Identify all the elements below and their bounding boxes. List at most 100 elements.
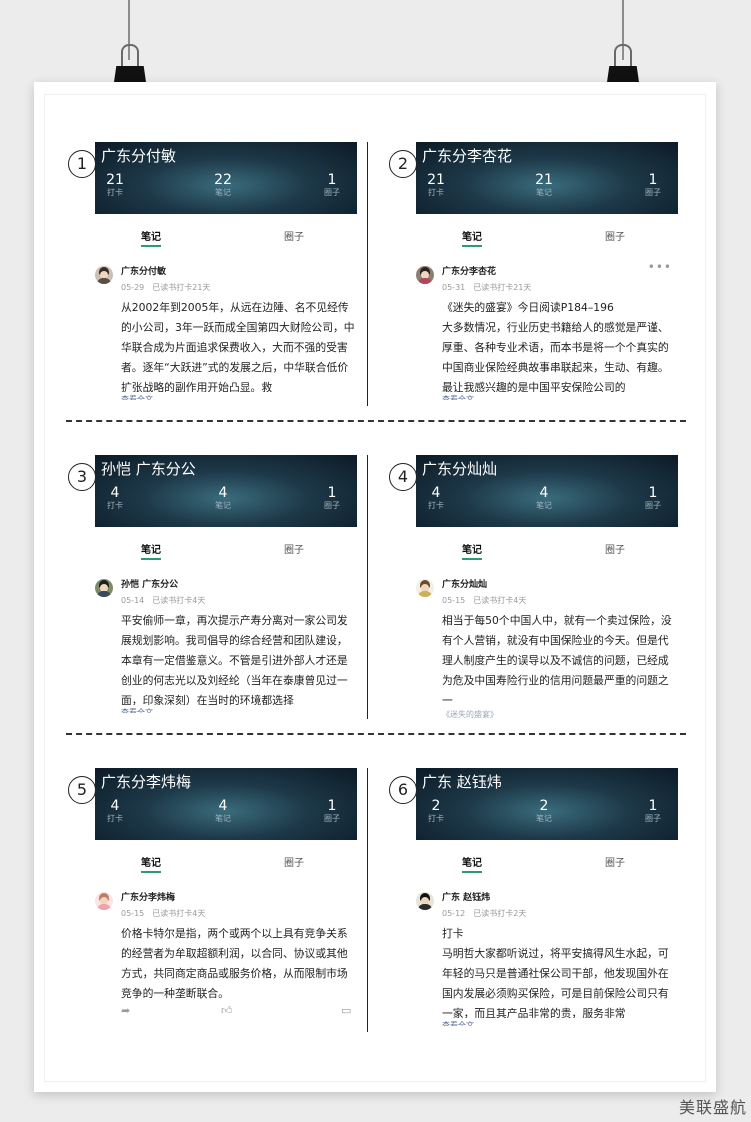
circles-count: 1	[648, 485, 658, 501]
avatar[interactable]	[416, 579, 434, 597]
banner-title: 广东分李炜梅	[101, 773, 192, 791]
post-text: 打卡	[442, 927, 464, 940]
notes-count: 22	[214, 172, 232, 188]
notes-label: 笔记	[536, 814, 552, 823]
column-divider	[367, 768, 368, 1032]
banner-title: 广东 赵钰炜	[422, 773, 502, 791]
post-content: 打卡马明哲大家都听说过，将平安搞得风生水起，可年轻的马只是普通社保公司干部，他发…	[442, 924, 678, 1018]
banner-title: 广东分李杏花	[422, 147, 513, 165]
checkin-status: 已读书打卡4天	[473, 596, 527, 605]
notes-label: 笔记	[536, 188, 552, 197]
notes-count: 4	[539, 485, 549, 501]
user-name[interactable]: 广东分李炜梅	[121, 890, 175, 903]
reader-card: 广东分李炜梅 4 打卡 4 笔记 1 圈子 5 笔记 圈子 广东分李炜梅 05-15 已…	[68, 768, 357, 1026]
post-date: 05-12	[442, 909, 466, 918]
checkin-status: 已读书打卡21天	[152, 283, 211, 292]
post-meta: 05-31 已读书打卡21天	[442, 282, 531, 293]
circles-label: 圈子	[645, 814, 661, 823]
post-content: 从2002年到2005年，从远在边陲、名不见经传的小公司，3年一跃而成全国第四大…	[121, 298, 357, 392]
tab-circle[interactable]: 圈子	[284, 228, 304, 243]
reader-card: 广东分李杏花 21 打卡 21 笔记 1 圈子 2 笔记 圈子 广东分李杏花 ••• …	[389, 142, 678, 400]
profile-banner: 广东分李炜梅 4 打卡 4 笔记 1 圈子	[95, 768, 357, 840]
book-reference[interactable]: 《迷失的盛宴》	[442, 709, 498, 720]
avatar[interactable]	[416, 892, 434, 910]
like-icon[interactable]: 👍︎	[221, 1004, 233, 1017]
tab-circle[interactable]: 圈子	[605, 854, 625, 869]
circles-count: 1	[648, 172, 658, 188]
user-name[interactable]: 孙恺 广东分公	[121, 577, 178, 590]
post-text: 平安偷师一章，再次提示产寿分离对一家公司发展规划影响。我司倡导的综合经营和团队建…	[121, 614, 348, 705]
comment-icon[interactable]: ▭	[341, 1004, 351, 1017]
post-meta: 05-29 已读书打卡21天	[121, 282, 210, 293]
banner-title: 广东分付敏	[101, 147, 177, 165]
tab-notes[interactable]: 笔记	[141, 541, 161, 560]
checkin-label: 打卡	[428, 501, 444, 510]
column-divider	[367, 142, 368, 406]
checkin-status: 已读书打卡2天	[473, 909, 527, 918]
post-meta: 05-12 已读书打卡2天	[442, 908, 526, 919]
post-date: 05-14	[121, 596, 145, 605]
read-more-link[interactable]: 查看全文	[442, 1020, 474, 1026]
checkin-label: 打卡	[107, 188, 123, 197]
circles-count: 1	[648, 798, 658, 814]
post-date: 05-31	[442, 283, 466, 292]
checkin-status: 已读书打卡4天	[152, 596, 206, 605]
post-meta: 05-15 已读书打卡4天	[442, 595, 526, 606]
post-content: 《迷失的盛宴》今日阅读P184–196 大多数情况，行业历史书籍给人的感觉是严谨、…	[442, 298, 678, 392]
profile-banner: 广东 赵钰炜 2 打卡 2 笔记 1 圈子	[416, 768, 678, 840]
notes-label: 笔记	[215, 501, 231, 510]
post-actions: ➦ 👍︎ ▭	[121, 1004, 357, 1017]
checkin-label: 打卡	[428, 814, 444, 823]
circles-count: 1	[327, 485, 337, 501]
read-more-link[interactable]: 查看全文	[121, 394, 153, 400]
tab-circle[interactable]: 圈子	[605, 541, 625, 556]
circles-label: 圈子	[324, 188, 340, 197]
profile-banner: 广东分灿灿 4 打卡 4 笔记 1 圈子	[416, 455, 678, 527]
circles-count: 1	[327, 798, 337, 814]
user-name[interactable]: 广东 赵钰炜	[442, 890, 490, 903]
notes-count: 21	[535, 172, 553, 188]
post-text: 从2002年到2005年，从远在边陲、名不见经传的小公司，3年一跃而成全国第四大…	[121, 301, 355, 392]
profile-banner: 孙恺 广东分公 4 打卡 4 笔记 1 圈子	[95, 455, 357, 527]
row-divider	[66, 733, 686, 735]
checkin-label: 打卡	[107, 814, 123, 823]
avatar[interactable]	[416, 266, 434, 284]
checkin-status: 已读书打卡21天	[473, 283, 532, 292]
reader-card: 广东分灿灿 4 打卡 4 笔记 1 圈子 4 笔记 圈子 广东分灿灿 05-15 已读书…	[389, 455, 678, 719]
tab-notes[interactable]: 笔记	[462, 228, 482, 247]
banner-title: 孙恺 广东分公	[101, 460, 196, 478]
banner-title: 广东分灿灿	[422, 460, 498, 478]
user-name[interactable]: 广东分李杏花	[442, 264, 496, 277]
reader-card: 孙恺 广东分公 4 打卡 4 笔记 1 圈子 3 笔记 圈子 孙恺 广东分公 05-1…	[68, 455, 357, 713]
tab-notes[interactable]: 笔记	[462, 541, 482, 560]
post-text: 相当于每50个中国人中，就有一个卖过保险，没有个人营销，就没有中国保险业的今天。…	[442, 614, 672, 707]
post-content: 价格卡特尔是指，两个或两个以上具有竞争关系的经营者为牟取超额利润，以合同、协议或…	[121, 924, 357, 1004]
tab-circle[interactable]: 圈子	[284, 541, 304, 556]
share-icon[interactable]: ➦	[121, 1004, 130, 1017]
user-name[interactable]: 广东分灿灿	[442, 577, 487, 590]
notes-count: 4	[218, 798, 228, 814]
card-number: 1	[68, 150, 96, 178]
tab-notes[interactable]: 笔记	[141, 228, 161, 247]
card-number: 6	[389, 776, 417, 804]
read-more-link[interactable]: 查看全文	[121, 707, 153, 713]
profile-banner: 广东分李杏花 21 打卡 21 笔记 1 圈子	[416, 142, 678, 214]
checkin-count: 4	[110, 485, 120, 501]
avatar[interactable]	[95, 266, 113, 284]
notes-label: 笔记	[215, 814, 231, 823]
avatar[interactable]	[95, 892, 113, 910]
tab-circle[interactable]: 圈子	[605, 228, 625, 243]
tab-circle[interactable]: 圈子	[284, 854, 304, 869]
avatar[interactable]	[95, 579, 113, 597]
notes-label: 笔记	[215, 188, 231, 197]
post-text: 大多数情况，行业历史书籍给人的感觉是严谨、厚重、各种专业术语，而本书是将一个个真…	[442, 321, 669, 392]
post-text: 马明哲大家都听说过，将平安搞得风生水起，可年轻的马只是普通社保公司干部，他发现国…	[442, 947, 669, 1018]
read-more-link[interactable]: 查看全文	[442, 394, 474, 400]
tab-notes[interactable]: 笔记	[462, 854, 482, 873]
tab-notes[interactable]: 笔记	[141, 854, 161, 873]
circles-label: 圈子	[645, 188, 661, 197]
post-date: 05-29	[121, 283, 145, 292]
more-options-icon[interactable]: •••	[648, 260, 672, 274]
circles-count: 1	[327, 172, 337, 188]
user-name[interactable]: 广东分付敏	[121, 264, 166, 277]
